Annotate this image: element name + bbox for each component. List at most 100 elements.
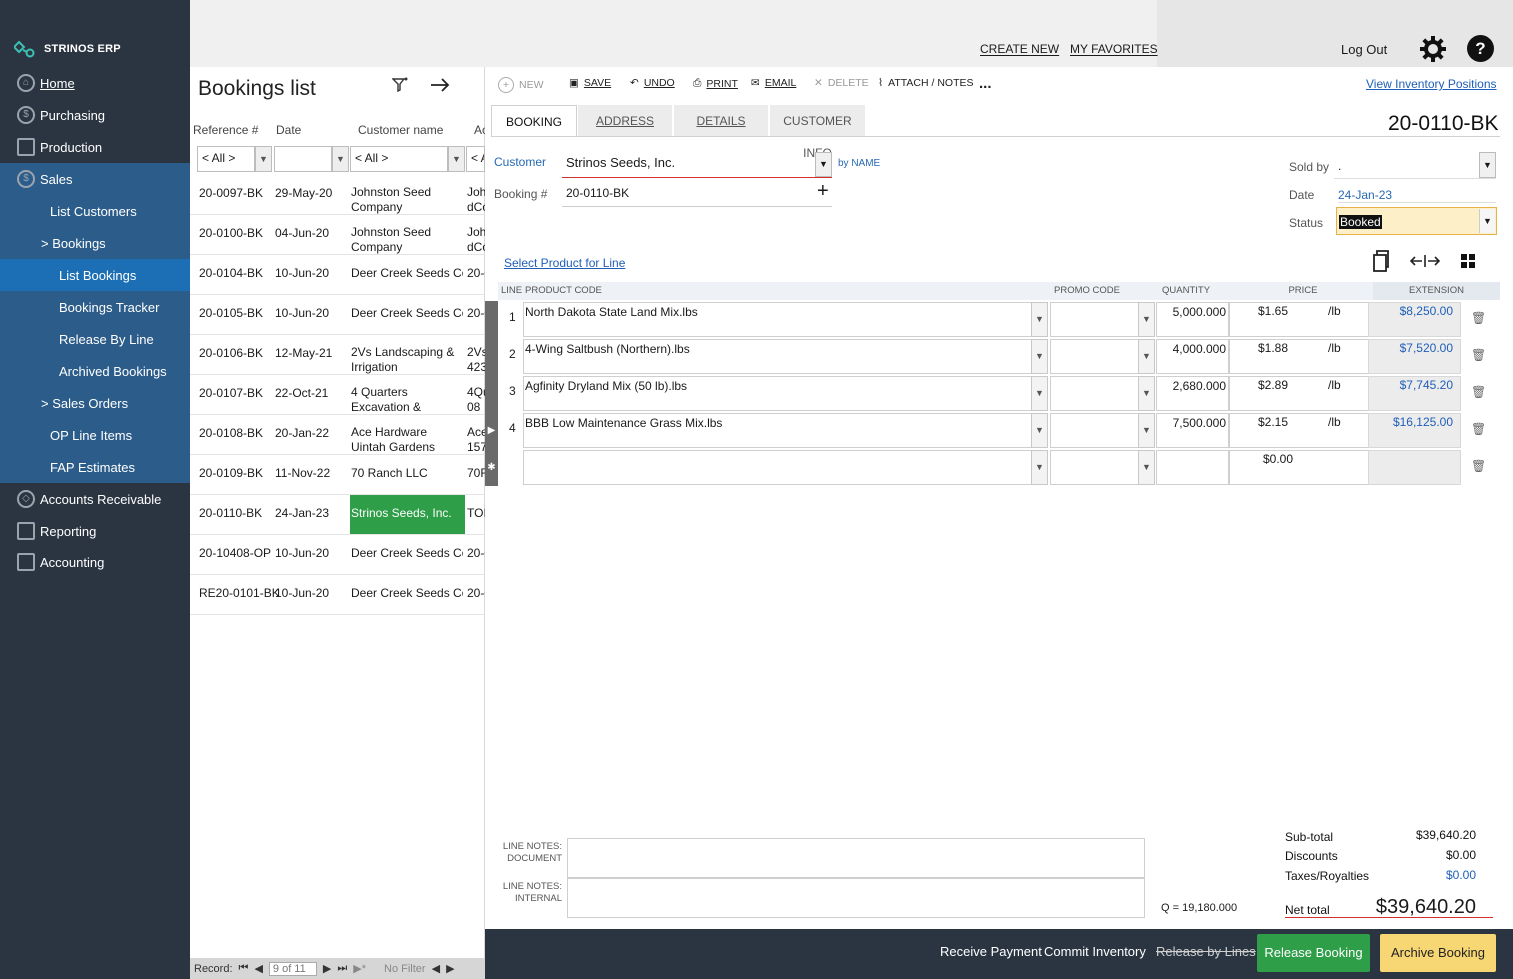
tab-customer-info[interactable]: CUSTOMER INFO [770, 105, 866, 160]
cell-customer[interactable]: Strinos Seeds, Inc. [350, 495, 465, 534]
list-row[interactable]: 20-0106-BK 12-May-21 2Vs Landscaping & Irr… [190, 335, 485, 375]
nav-list-customers[interactable]: List Customers [0, 195, 190, 227]
cell-price[interactable]: $1.65/lb [1229, 302, 1369, 337]
chevron-down-icon[interactable]: ▼ [255, 146, 272, 172]
chevron-down-icon[interactable]: ▼ [1031, 339, 1048, 374]
chevron-down-icon[interactable]: ▼ [1138, 450, 1155, 485]
commit-inventory-button[interactable]: Commit Inventory [1044, 944, 1146, 959]
no-filter-button[interactable]: No Filter [384, 963, 426, 975]
nav-archived-bookings[interactable]: Archived Bookings [0, 355, 190, 387]
cell-quantity[interactable]: 4,000.000 [1156, 339, 1229, 374]
attach-notes-button[interactable]: ⌇ ATTACH / NOTES [878, 77, 974, 89]
nav-purchasing[interactable]: $ Purchasing [0, 99, 190, 131]
row-selector[interactable] [485, 375, 498, 412]
next-record-icon[interactable]: ▶ [323, 962, 331, 975]
chevron-down-icon[interactable]: ▼ [1031, 450, 1048, 485]
chevron-down-icon[interactable]: ▼ [1031, 376, 1048, 411]
filter-reference[interactable]: < All > [197, 146, 255, 172]
tab-address[interactable]: ADDRESS [578, 105, 673, 137]
line-item-row[interactable]: ▶ 4 BBB Low Maintenance Grass Mix.lbs ▼ … [485, 412, 1500, 449]
tab-booking[interactable]: BOOKING [491, 105, 577, 137]
cell-product[interactable]: Agfinity Dryland Mix (50 lb).lbs [523, 376, 1048, 411]
trash-icon[interactable]: 🗑 [1471, 311, 1486, 325]
cell-product[interactable]: North Dakota State Land Mix.lbs [523, 302, 1048, 337]
trash-icon[interactable]: 🗑 [1471, 422, 1486, 436]
my-favorites-link[interactable]: MY FAVORITES [1070, 42, 1158, 56]
select-product-link[interactable]: Select Product for Line [504, 256, 625, 270]
chevron-down-icon[interactable]: ▼ [1031, 413, 1048, 448]
release-by-lines-button[interactable]: Release by Lines [1156, 944, 1256, 959]
list-row[interactable]: 20-10408-OP 10-Jun-20 Deer Creek Seeds Co 2… [190, 535, 485, 575]
new-record-icon[interactable]: ▶* [353, 962, 366, 975]
booking-number-field[interactable]: 20-0110-BK [562, 180, 832, 207]
sold-by-field[interactable]: . [1334, 151, 1496, 179]
internal-notes-field[interactable] [567, 878, 1145, 918]
nav-bookings[interactable]: > Bookings [0, 227, 190, 259]
filter-customer[interactable]: < All > [350, 146, 448, 172]
filter-date[interactable] [274, 146, 332, 172]
more-button[interactable]: ... [979, 75, 992, 92]
trash-icon[interactable]: 🗑 [1471, 459, 1486, 473]
list-row[interactable]: 20-0100-BK 04-Jun-20 Johnston Seed Company… [190, 215, 485, 255]
copy-lines-icon[interactable] [1371, 249, 1391, 273]
nav-sales[interactable]: $ Sales [0, 163, 190, 195]
chevron-down-icon[interactable]: ▼ [1479, 152, 1496, 178]
print-button[interactable]: ⎙ PRINT [693, 77, 738, 90]
help-icon[interactable]: ? [1467, 35, 1494, 62]
by-name-toggle[interactable]: by NAME [838, 158, 880, 169]
col-extra[interactable]: Ac [474, 123, 485, 137]
filter-icon[interactable] [392, 77, 408, 93]
scroll-right-icon[interactable]: ▶ [446, 962, 454, 975]
chevron-down-icon[interactable]: ▼ [1138, 339, 1155, 374]
cell-price[interactable]: $1.88/lb [1229, 339, 1369, 374]
list-row[interactable]: 20-0104-BK 10-Jun-20 Deer Creek Seeds Co 20… [190, 255, 485, 295]
email-button[interactable]: ✉ EMAIL [751, 77, 796, 89]
col-reference[interactable]: Reference # [193, 123, 258, 137]
row-selector[interactable] [485, 338, 498, 375]
list-row-selected[interactable]: 20-0110-BK 24-Jan-23 Strinos Seeds, Inc. TO… [190, 495, 485, 535]
cell-price[interactable]: $2.15/lb [1229, 413, 1369, 448]
receive-payment-button[interactable]: Receive Payment [940, 944, 1042, 959]
release-booking-button[interactable]: Release Booking [1257, 934, 1370, 972]
chevron-down-icon[interactable]: ▼ [1031, 302, 1048, 337]
trash-icon[interactable]: 🗑 [1471, 348, 1486, 362]
nav-fap-estimates[interactable]: FAP Estimates [0, 451, 190, 483]
logout-link[interactable]: Log Out [1341, 42, 1387, 57]
list-row[interactable]: 20-0107-BK 22-Oct-21 4 Quarters Excavation… [190, 375, 485, 415]
add-icon[interactable]: + [817, 180, 829, 203]
create-new-link[interactable]: CREATE NEW [980, 42, 1059, 56]
customer-field[interactable]: Strinos Seeds, Inc. [562, 148, 832, 178]
list-row[interactable]: RE20-0101-BK 10-Jun-20 Deer Creek Seeds Co… [190, 575, 485, 615]
record-input[interactable]: 9 of 11 [268, 961, 317, 976]
nav-release-by-line[interactable]: Release By Line [0, 323, 190, 355]
cell-quantity[interactable]: 5,000.000 [1156, 302, 1229, 337]
arrow-right-icon[interactable] [430, 77, 450, 93]
date-field[interactable]: 24-Jan-23 [1338, 188, 1496, 203]
cell-price[interactable]: $2.89/lb [1229, 376, 1369, 411]
list-row[interactable]: 20-0108-BK 20-Jan-22 Ace Hardware Uintah G… [190, 415, 485, 455]
tab-details[interactable]: DETAILS [674, 105, 769, 137]
chevron-down-icon[interactable]: ▼ [1138, 376, 1155, 411]
chevron-down-icon[interactable]: ▼ [1138, 302, 1155, 337]
row-selector[interactable] [485, 301, 498, 338]
chevron-down-icon[interactable]: ▼ [1138, 413, 1155, 448]
list-row[interactable]: 20-0105-BK 10-Jun-20 Deer Creek Seeds Co 20… [190, 295, 485, 335]
cell-price[interactable]: $0.00 [1229, 450, 1369, 485]
cell-quantity[interactable] [1156, 450, 1229, 485]
new-line-row[interactable]: ✱ ▼ ▼ $0.00 🗑 [485, 449, 1500, 486]
cell-quantity[interactable]: 2,680.000 [1156, 376, 1229, 411]
nav-accounting[interactable]: Accounting [0, 546, 190, 578]
prev-record-icon[interactable]: ◀ [254, 962, 262, 975]
new-row-indicator[interactable]: ✱ [485, 449, 498, 486]
delete-button[interactable]: ✕ DELETE [814, 77, 869, 89]
resize-columns-icon[interactable] [1410, 254, 1440, 268]
last-record-icon[interactable]: ⏭ [337, 962, 347, 975]
col-customer[interactable]: Customer name [358, 123, 443, 137]
trash-icon[interactable]: 🗑 [1471, 385, 1486, 399]
cell-quantity[interactable]: 7,500.000 [1156, 413, 1229, 448]
line-item-row[interactable]: 3 Agfinity Dryland Mix (50 lb).lbs ▼ ▼ 2… [485, 375, 1500, 412]
cell-product[interactable]: 4-Wing Saltbush (Northern).lbs [523, 339, 1048, 374]
save-button[interactable]: ▣ SAVE [569, 77, 611, 89]
chevron-down-icon[interactable]: ▼ [332, 146, 349, 172]
nav-list-bookings[interactable]: List Bookings [0, 259, 190, 291]
